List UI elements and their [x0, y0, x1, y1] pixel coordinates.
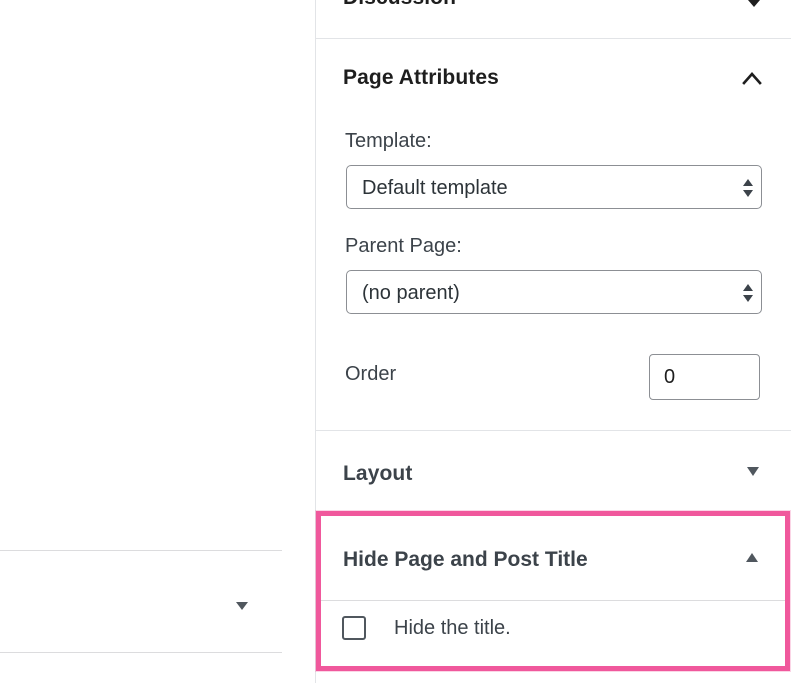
chevron-up-icon[interactable]: [742, 71, 762, 85]
page-attributes-divider: [316, 430, 791, 431]
discussion-panel-title[interactable]: Discussion: [343, 0, 456, 10]
triangle-down-icon[interactable]: [747, 467, 759, 476]
left-panel-divider-bottom: [0, 652, 282, 653]
template-label: Template:: [345, 130, 432, 152]
select-arrows-icon: [743, 284, 753, 302]
left-panel-toggle-icon[interactable]: [236, 602, 248, 610]
hide-title-panel-title[interactable]: Hide Page and Post Title: [343, 548, 588, 572]
parent-page-select[interactable]: (no parent): [346, 270, 762, 314]
template-select[interactable]: Default template: [346, 165, 762, 209]
order-label: Order: [345, 363, 397, 385]
chevron-down-icon[interactable]: [748, 0, 760, 7]
hide-title-panel-divider: [321, 600, 785, 601]
hide-title-checkbox-label[interactable]: Hide the title.: [394, 617, 511, 640]
template-select-value: Default template: [362, 177, 508, 199]
triangle-up-icon[interactable]: [746, 553, 758, 562]
hide-title-panel: Hide Page and Post Title Hide the title.: [316, 511, 790, 671]
discussion-divider: [316, 38, 791, 39]
select-arrows-icon: [743, 179, 753, 197]
order-input[interactable]: [649, 354, 760, 400]
parent-page-select-value: (no parent): [362, 282, 460, 304]
hide-title-checkbox[interactable]: [342, 616, 366, 640]
left-panel-divider-top: [0, 550, 282, 551]
page-attributes-title[interactable]: Page Attributes: [343, 66, 499, 90]
parent-page-label: Parent Page:: [345, 235, 462, 257]
layout-panel-title[interactable]: Layout: [343, 462, 412, 486]
